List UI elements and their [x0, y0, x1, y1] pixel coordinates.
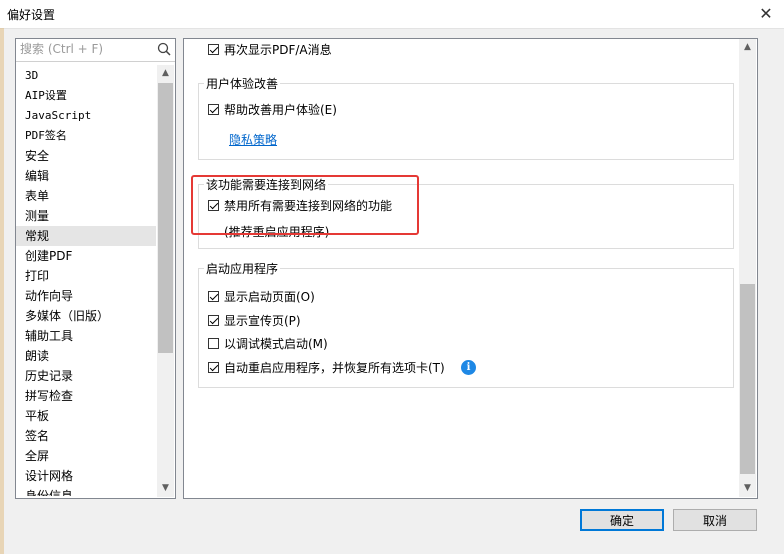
settings-panel: 再次显示PDF/A消息 用户体验改善 帮助改善用户体验(E) 隐私策略 该功能需…	[183, 38, 758, 499]
ux-group	[198, 83, 734, 160]
scroll-up-icon[interactable]: ▲	[739, 39, 756, 56]
scroll-up-icon[interactable]: ▲	[157, 65, 174, 82]
show-promo-page-label: 显示宣传页(P)	[224, 314, 301, 328]
search-box	[16, 39, 175, 62]
show-startup-page-label: 显示启动页面(O)	[224, 290, 315, 304]
show-promo-page-checkbox[interactable]	[208, 315, 219, 326]
category-item[interactable]: 打印	[16, 266, 156, 286]
close-icon[interactable]: ✕	[754, 2, 778, 26]
show-startup-page-checkbox[interactable]	[208, 291, 219, 302]
category-item[interactable]: AIP设置	[16, 86, 156, 106]
category-list: 3D AIP设置 JavaScript PDF签名 安全 编辑 表单 测量 常规 创建PDF 打印动…	[16, 66, 156, 496]
category-item[interactable]: 创建PDF	[16, 246, 156, 266]
category-item[interactable]: 全屏	[16, 446, 156, 466]
category-item[interactable]: 安全	[16, 146, 156, 166]
privacy-policy-link[interactable]: 隐私策略	[229, 131, 277, 148]
settings-scrollbar[interactable]: ▲ ▼	[739, 39, 756, 497]
category-item[interactable]: 多媒体（旧版）	[16, 306, 156, 326]
cancel-button[interactable]: 取消	[673, 509, 757, 531]
startup-group-title: 启动应用程序	[204, 260, 281, 277]
auto-restart-checkbox[interactable]	[208, 362, 219, 373]
restart-recommend-note: (推荐重启应用程序)	[224, 225, 330, 239]
network-group-title: 该功能需要连接到网络	[204, 176, 329, 193]
help-improve-label: 帮助改善用户体验(E)	[224, 103, 337, 117]
window-title: 偏好设置	[7, 8, 56, 22]
info-icon[interactable]: i	[461, 360, 476, 375]
scroll-thumb[interactable]	[158, 83, 173, 353]
category-item[interactable]: 身份信息	[16, 486, 156, 496]
category-item[interactable]: JavaScript	[16, 106, 156, 126]
show-pdfa-message-checkbox[interactable]	[208, 44, 219, 55]
category-item[interactable]: 测量	[16, 206, 156, 226]
category-item[interactable]: 朗读	[16, 346, 156, 366]
scroll-down-icon[interactable]: ▼	[739, 480, 756, 497]
category-item[interactable]: 平板	[16, 406, 156, 426]
category-item[interactable]: 历史记录	[16, 366, 156, 386]
scroll-thumb[interactable]	[740, 284, 755, 474]
category-item[interactable]: 编辑	[16, 166, 156, 186]
category-item[interactable]: 表单	[16, 186, 156, 206]
category-item[interactable]: 辅助工具	[16, 326, 156, 346]
category-panel: 3DAIP设置JavaScriptPDF签名安全编辑表单测量常规创建PDF打印动…	[15, 38, 176, 499]
category-item[interactable]: 拼写检查	[16, 386, 156, 406]
help-improve-checkbox[interactable]	[208, 104, 219, 115]
show-pdfa-message-label: 再次显示PDF/A消息	[224, 43, 332, 57]
category-item[interactable]: 动作向导	[16, 286, 156, 306]
category-item[interactable]: 设计网格	[16, 466, 156, 486]
category-item[interactable]: 常规	[16, 226, 156, 246]
disable-network-checkbox[interactable]	[208, 200, 219, 211]
category-item[interactable]: 签名	[16, 426, 156, 446]
ux-group-title: 用户体验改善	[204, 75, 281, 92]
debug-mode-label: 以调试模式启动(M)	[224, 337, 328, 351]
ok-button[interactable]: 确定	[580, 509, 664, 531]
auto-restart-label: 自动重启应用程序，并恢复所有选项卡(T)	[224, 361, 445, 375]
search-input[interactable]	[18, 41, 152, 57]
title-bar: 偏好设置 ✕	[0, 0, 784, 29]
category-scrollbar[interactable]: ▲ ▼	[157, 65, 174, 497]
background-edge	[0, 28, 4, 554]
scroll-down-icon[interactable]: ▼	[157, 480, 174, 497]
search-icon[interactable]	[157, 42, 171, 56]
category-item[interactable]: 3D	[16, 66, 156, 86]
debug-mode-checkbox[interactable]	[208, 338, 219, 349]
category-item[interactable]: PDF签名	[16, 126, 156, 146]
disable-network-label: 禁用所有需要连接到网络的功能	[224, 199, 393, 213]
